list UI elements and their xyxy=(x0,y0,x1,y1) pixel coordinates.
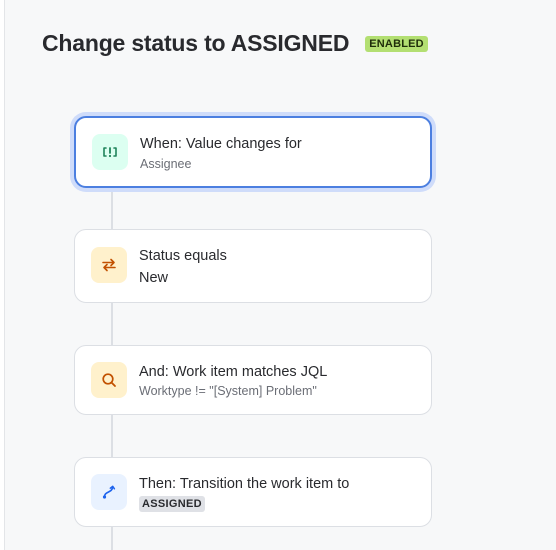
rule-title: Change status to ASSIGNED xyxy=(42,30,350,56)
step-detail: Assignee xyxy=(140,157,192,171)
status-lozenge: ASSIGNED xyxy=(139,496,205,512)
step-title: Status equals xyxy=(139,248,227,264)
rule-step-action-transition[interactable]: Then: Transition the work item to ASSIGN… xyxy=(74,457,432,527)
field-change-icon xyxy=(92,134,128,170)
transition-icon xyxy=(91,474,127,510)
rule-editor-panel: Change status to ASSIGNED ENABLED When: … xyxy=(4,0,556,550)
search-icon xyxy=(91,362,127,398)
step-detail: Worktype != "[System] Problem" xyxy=(139,384,317,398)
step-title: When: Value changes for xyxy=(140,136,302,152)
step-detail: New xyxy=(139,270,169,286)
rule-step-condition-status[interactable]: Status equals New xyxy=(74,229,432,303)
step-title: Then: Transition the work item to xyxy=(139,476,350,492)
rule-header: Change status to ASSIGNED ENABLED xyxy=(42,30,428,57)
swap-arrows-icon xyxy=(91,247,127,283)
rule-step-trigger[interactable]: When: Value changes for Assignee xyxy=(74,116,432,188)
rule-step-condition-jql[interactable]: And: Work item matches JQL Worktype != "… xyxy=(74,345,432,415)
step-title: And: Work item matches JQL xyxy=(139,364,328,380)
status-badge: ENABLED xyxy=(365,35,428,52)
